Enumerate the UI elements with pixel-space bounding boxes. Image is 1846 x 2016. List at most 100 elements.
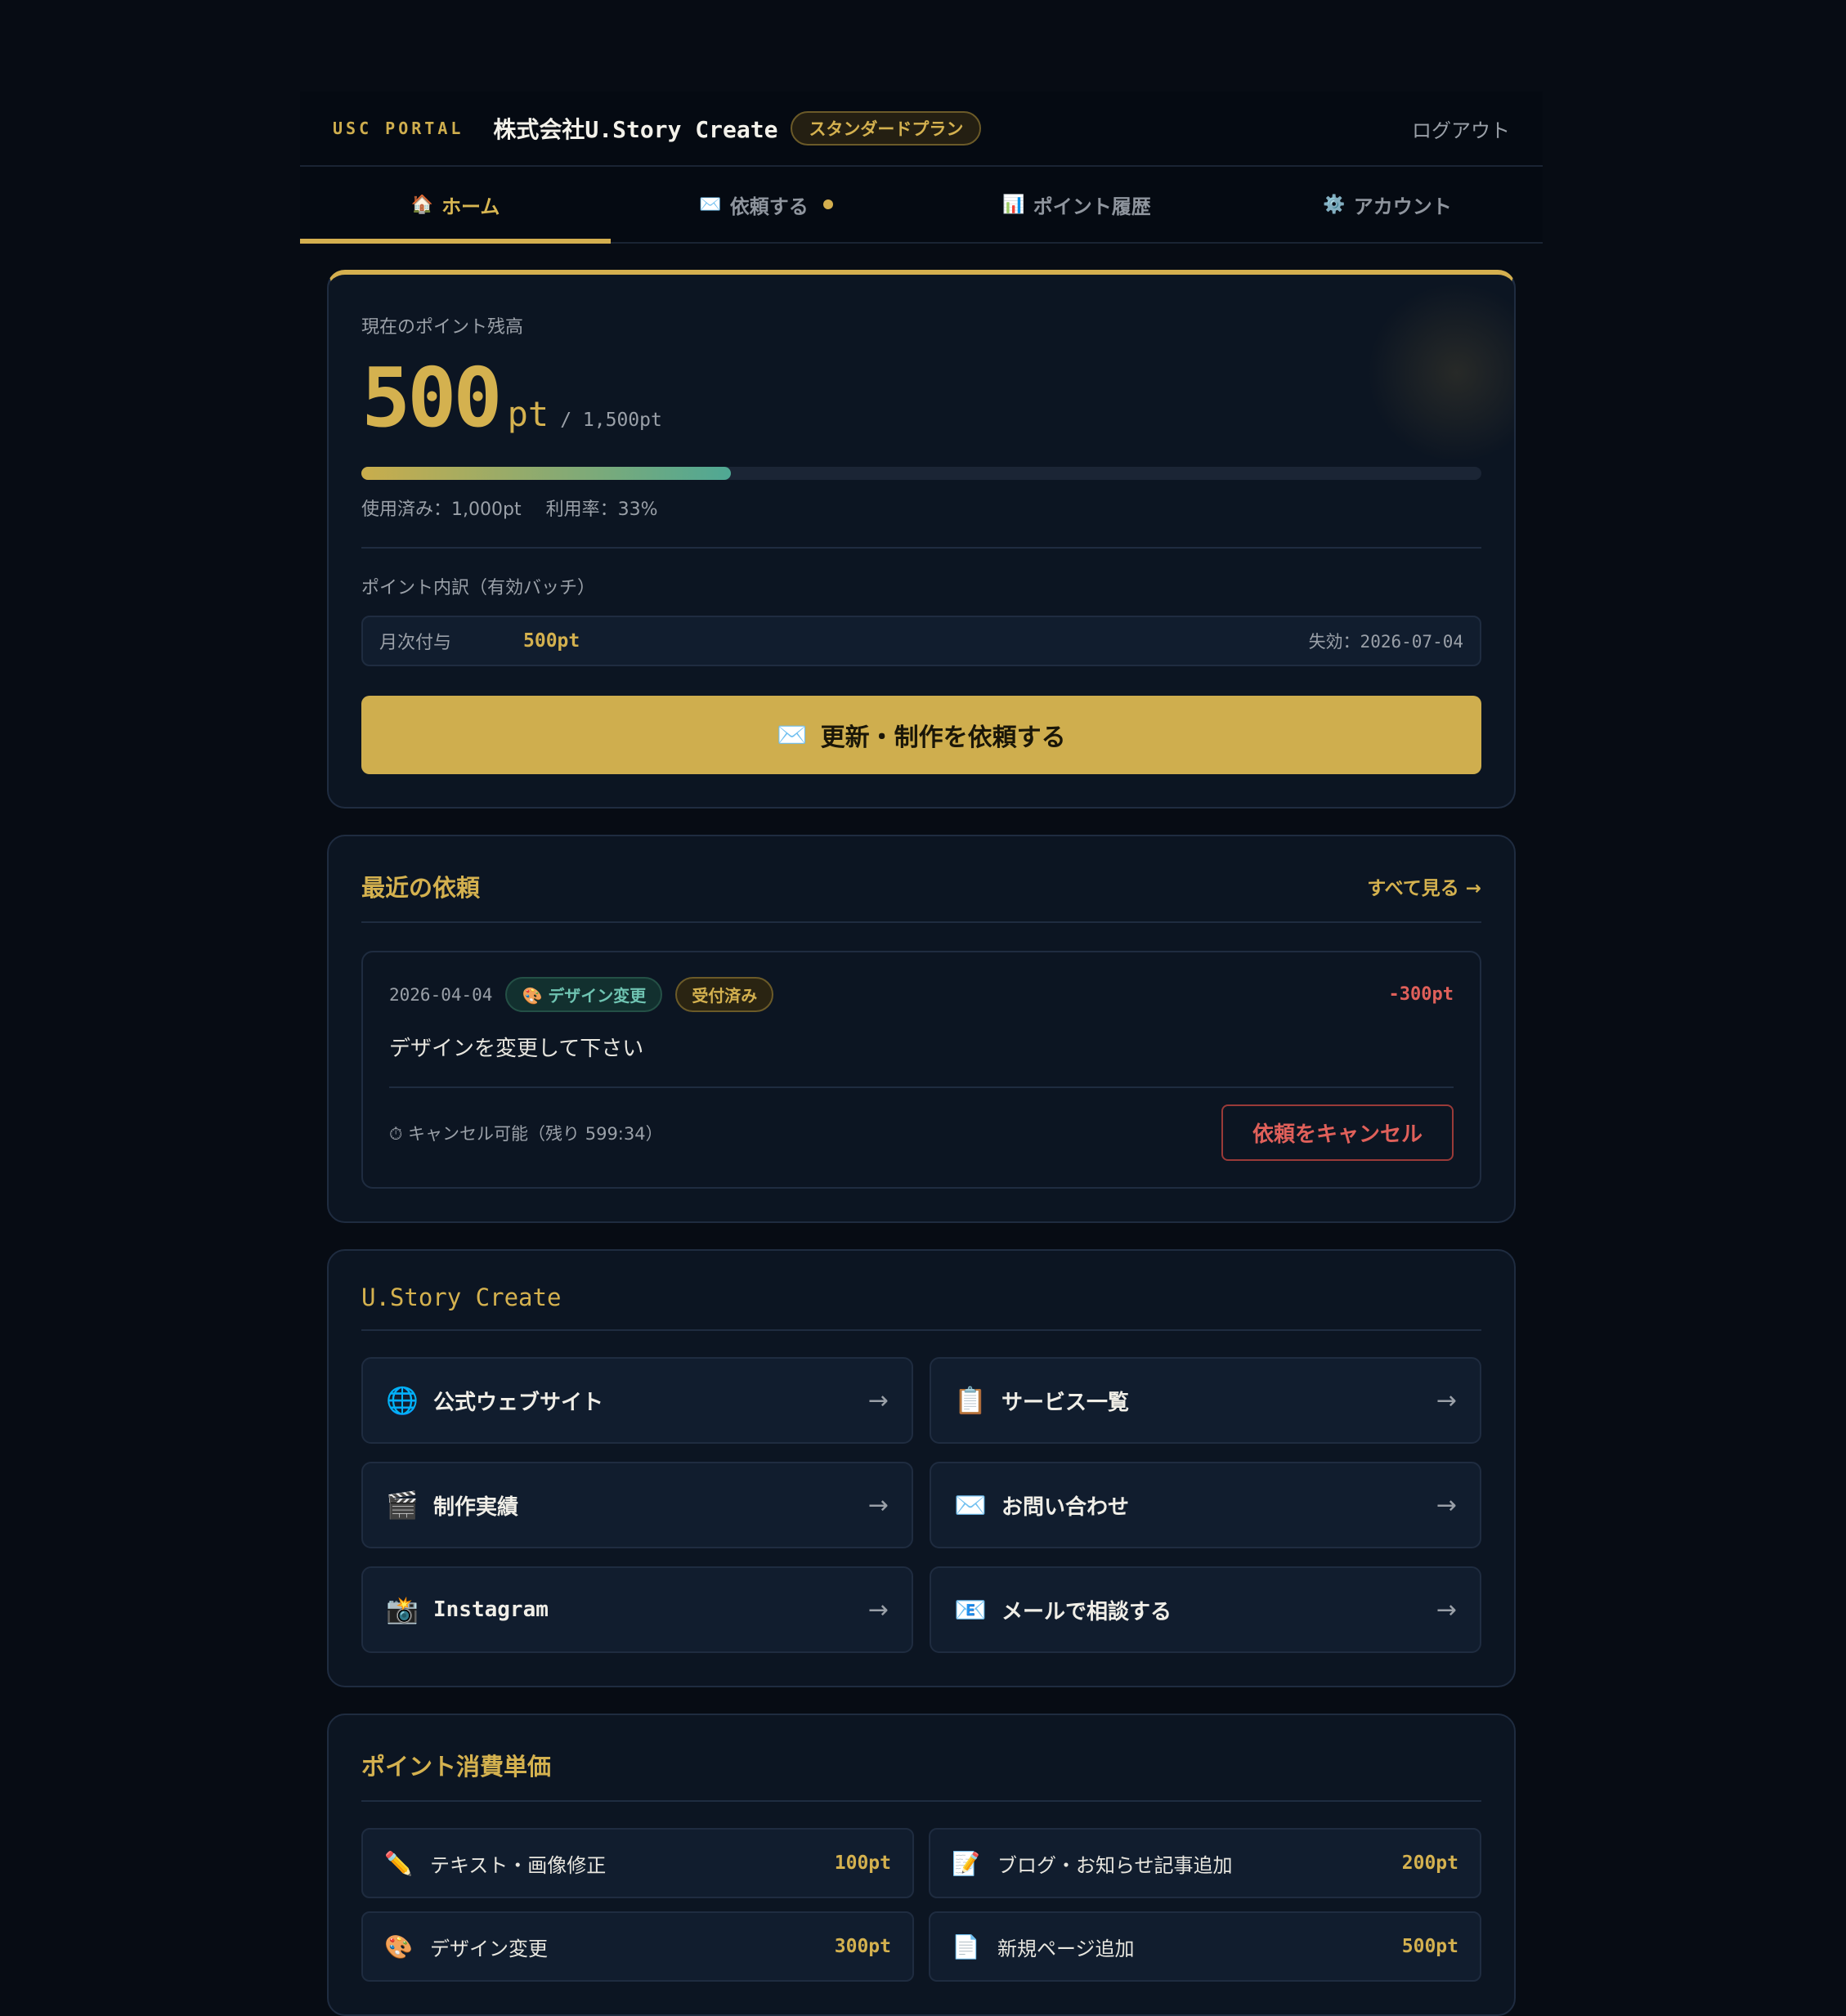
envelope-icon: ✉️ <box>699 194 722 215</box>
section-title: U.Story Create <box>361 1284 562 1311</box>
cta-label: 更新・制作を依頼する <box>820 724 1066 752</box>
request-meta: 2026-04-04 🎨 デザイン変更 受付済み -300pt <box>389 977 1454 1012</box>
camera-icon: 📸 <box>386 1594 419 1625</box>
home-icon: 🏠 <box>410 194 434 215</box>
price-label: デザイン変更 <box>430 1937 548 1960</box>
used-points: 使用済み：1,000pt <box>361 500 522 520</box>
palette-icon: 🎨 <box>522 986 543 1006</box>
link-official-website[interactable]: 🌐 公式ウェブサイト → <box>361 1357 913 1444</box>
price-grid: ✏️ テキスト・画像修正 100pt 📝 ブログ・お知らせ記事追加 200pt … <box>361 1828 1481 1982</box>
link-instagram[interactable]: 📸 Instagram → <box>361 1566 913 1653</box>
section-header: 最近の依頼 すべて見る → <box>361 869 1481 923</box>
company-name: 株式会社U.Story Create <box>493 116 778 143</box>
request-actions: ⏱ キャンセル可能（残り 599:34） 依頼をキャンセル <box>389 1104 1454 1161</box>
tab-label: ポイント履歴 <box>1033 195 1151 218</box>
cancel-timer: ⏱ キャンセル可能（残り 599:34） <box>389 1123 663 1144</box>
link-portfolio[interactable]: 🎬 制作実績 → <box>361 1462 913 1548</box>
tab-home[interactable]: 🏠 ホーム <box>300 167 611 244</box>
links-card: U.Story Create 🌐 公式ウェブサイト → 📋 サービス一覧 → 🎬… <box>327 1249 1516 1687</box>
balance-value: 500 <box>361 350 503 446</box>
recent-requests-card: 最近の依頼 すべて見る → 2026-04-04 🎨 デザイン変更 受付済み -… <box>327 835 1516 1223</box>
tab-bar: 🏠 ホーム ✉️ 依頼する 📊 ポイント履歴 ⚙️ アカウント <box>300 167 1543 244</box>
price-value: 200pt <box>1401 1852 1458 1874</box>
tab-label: ホーム <box>441 195 500 218</box>
link-label: 制作実績 <box>433 1494 519 1520</box>
price-item: 📝 ブログ・お知らせ記事追加 200pt <box>929 1828 1481 1898</box>
header: USC PORTAL 株式会社U.Story Create スタンダードプラン … <box>300 92 1543 167</box>
request-item: 2026-04-04 🎨 デザイン変更 受付済み -300pt デザインを変更し… <box>361 951 1481 1189</box>
portal-app: USC PORTAL 株式会社U.Story Create スタンダードプラン … <box>300 92 1543 2016</box>
tab-account[interactable]: ⚙️ アカウント <box>1232 167 1543 242</box>
link-label: 公式ウェブサイト <box>433 1390 604 1415</box>
arrow-right-icon: → <box>867 1490 889 1520</box>
arrow-right-icon: → <box>867 1595 889 1624</box>
arrow-right-icon: → <box>1436 1490 1457 1520</box>
divider <box>361 547 1481 549</box>
logout-button[interactable]: ログアウト <box>1412 114 1510 143</box>
price-value: 100pt <box>834 1852 891 1874</box>
status-badge: 受付済み <box>675 977 774 1012</box>
notification-dot <box>822 199 833 209</box>
arrow-right-icon: → <box>1436 1386 1457 1415</box>
link-label: メールで相談する <box>1001 1599 1172 1624</box>
see-all-link[interactable]: すべて見る → <box>1367 872 1481 900</box>
divider <box>389 1086 1454 1088</box>
batch-name: 月次付与 <box>379 633 452 653</box>
price-item: 📄 新規ページ追加 500pt <box>929 1911 1481 1982</box>
batch-expiry: 失効：2026-07-04 <box>1308 632 1463 652</box>
usage-stats: 使用済み：1,000pt 利用率：33% <box>361 495 1481 521</box>
balance-label: 現在のポイント残高 <box>361 317 524 338</box>
link-grid: 🌐 公式ウェブサイト → 📋 サービス一覧 → 🎬 制作実績 → ✉️ お問い合… <box>361 1357 1481 1653</box>
price-value: 500pt <box>1401 1936 1458 1957</box>
link-email-consult[interactable]: 📧 メールで相談する → <box>930 1566 1481 1653</box>
usage-rate: 利用率：33% <box>545 500 658 520</box>
balance-row: 500 pt / 1,500pt <box>361 350 1481 446</box>
section-header: U.Story Create <box>361 1284 1481 1331</box>
gear-icon: ⚙️ <box>1323 194 1346 215</box>
link-label: Instagram <box>433 1597 549 1622</box>
request-cost: -300pt <box>1388 984 1454 1005</box>
page-icon: 📄 <box>952 1933 980 1960</box>
category-label: デザイン変更 <box>548 986 647 1006</box>
envelope-icon: ✉️ <box>777 720 808 750</box>
plan-badge: スタンダードプラン <box>791 111 982 146</box>
balance-unit: pt <box>507 394 549 434</box>
price-label: ブログ・お知らせ記事追加 <box>997 1853 1233 1877</box>
link-contact[interactable]: ✉️ お問い合わせ → <box>930 1462 1481 1548</box>
balance-total: / 1,500pt <box>560 410 662 431</box>
section-title: 最近の依頼 <box>361 874 481 902</box>
price-item: 🎨 デザイン変更 300pt <box>361 1911 914 1982</box>
price-label: テキスト・画像修正 <box>430 1853 607 1877</box>
memo-icon: 📝 <box>952 1849 980 1877</box>
category-badge: 🎨 デザイン変更 <box>505 977 663 1012</box>
globe-icon: 🌐 <box>386 1385 419 1416</box>
price-item: ✏️ テキスト・画像修正 100pt <box>361 1828 914 1898</box>
link-services[interactable]: 📋 サービス一覧 → <box>930 1357 1481 1444</box>
section-title: ポイント消費単価 <box>361 1753 552 1781</box>
points-card: 現在のポイント残高 500 pt / 1,500pt 使用済み：1,000pt 利… <box>327 270 1516 809</box>
tab-label: アカウント <box>1353 195 1452 218</box>
arrow-right-icon: → <box>867 1386 889 1415</box>
breakdown-label: ポイント内訳（有効バッチ） <box>361 578 596 598</box>
request-date: 2026-04-04 <box>389 984 493 1005</box>
usage-progress-bar <box>361 467 1481 480</box>
brand-label: USC PORTAL <box>333 119 464 138</box>
price-value: 300pt <box>834 1936 891 1957</box>
price-label: 新規ページ追加 <box>997 1937 1135 1960</box>
clipboard-icon: 📋 <box>954 1385 987 1416</box>
section-header: ポイント消費単価 <box>361 1748 1481 1802</box>
link-label: お問い合わせ <box>1001 1494 1130 1520</box>
link-label: サービス一覧 <box>1001 1390 1130 1415</box>
pencil-icon: ✏️ <box>384 1849 413 1877</box>
tab-point-history[interactable]: 📊 ポイント履歴 <box>921 167 1232 242</box>
point-batch-row: 月次付与 500pt 失効：2026-07-04 <box>361 616 1481 666</box>
clapperboard-icon: 🎬 <box>386 1490 419 1521</box>
tab-request[interactable]: ✉️ 依頼する <box>611 167 921 242</box>
arrow-right-icon: → <box>1436 1595 1457 1624</box>
cancel-request-button[interactable]: 依頼をキャンセル <box>1221 1104 1454 1161</box>
request-update-button[interactable]: ✉️ 更新・制作を依頼する <box>361 696 1481 774</box>
tab-label: 依頼する <box>729 195 809 218</box>
palette-icon: 🎨 <box>384 1933 413 1960</box>
chart-icon: 📊 <box>1002 194 1025 215</box>
batch-points: 500pt <box>523 630 580 652</box>
